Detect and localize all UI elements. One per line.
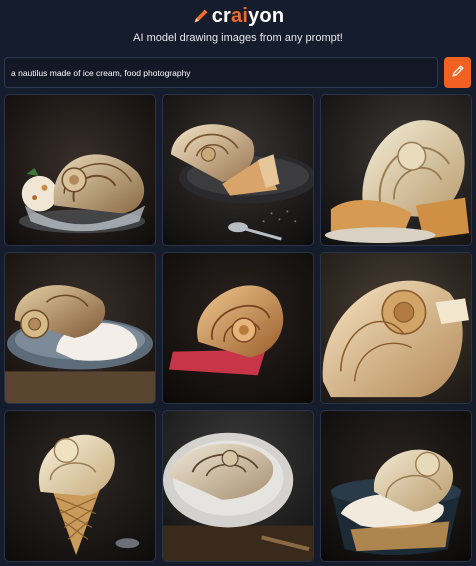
tagline: AI model drawing images from any prompt! <box>133 32 343 44</box>
result-image-3-picture <box>321 95 471 245</box>
result-image-8[interactable] <box>162 410 314 562</box>
result-image-7-picture <box>5 411 155 561</box>
result-image-3[interactable] <box>320 94 472 246</box>
result-image-7[interactable] <box>4 410 156 562</box>
result-image-1[interactable] <box>4 94 156 246</box>
result-image-5[interactable] <box>162 252 314 404</box>
result-image-4[interactable] <box>4 252 156 404</box>
prompt-row <box>4 57 471 88</box>
result-image-5-picture <box>163 253 313 403</box>
result-image-2-picture <box>163 95 313 245</box>
draw-button[interactable] <box>444 57 471 88</box>
result-image-9[interactable] <box>320 410 472 562</box>
result-image-4-picture <box>5 253 155 403</box>
logo[interactable]: craiyon <box>0 6 476 26</box>
header: craiyon AI model drawing images from any… <box>0 0 476 56</box>
result-image-1-picture <box>5 95 155 245</box>
pencil-icon <box>451 64 465 81</box>
result-image-2[interactable] <box>162 94 314 246</box>
prompt-input[interactable] <box>4 57 438 88</box>
result-image-6-picture <box>321 253 471 403</box>
result-image-8-picture <box>163 411 313 561</box>
results-grid <box>4 94 472 562</box>
result-image-9-picture <box>321 411 471 561</box>
logo-text: craiyon <box>211 5 285 27</box>
result-image-6[interactable] <box>320 252 472 404</box>
pencil-logo-icon <box>192 8 209 25</box>
